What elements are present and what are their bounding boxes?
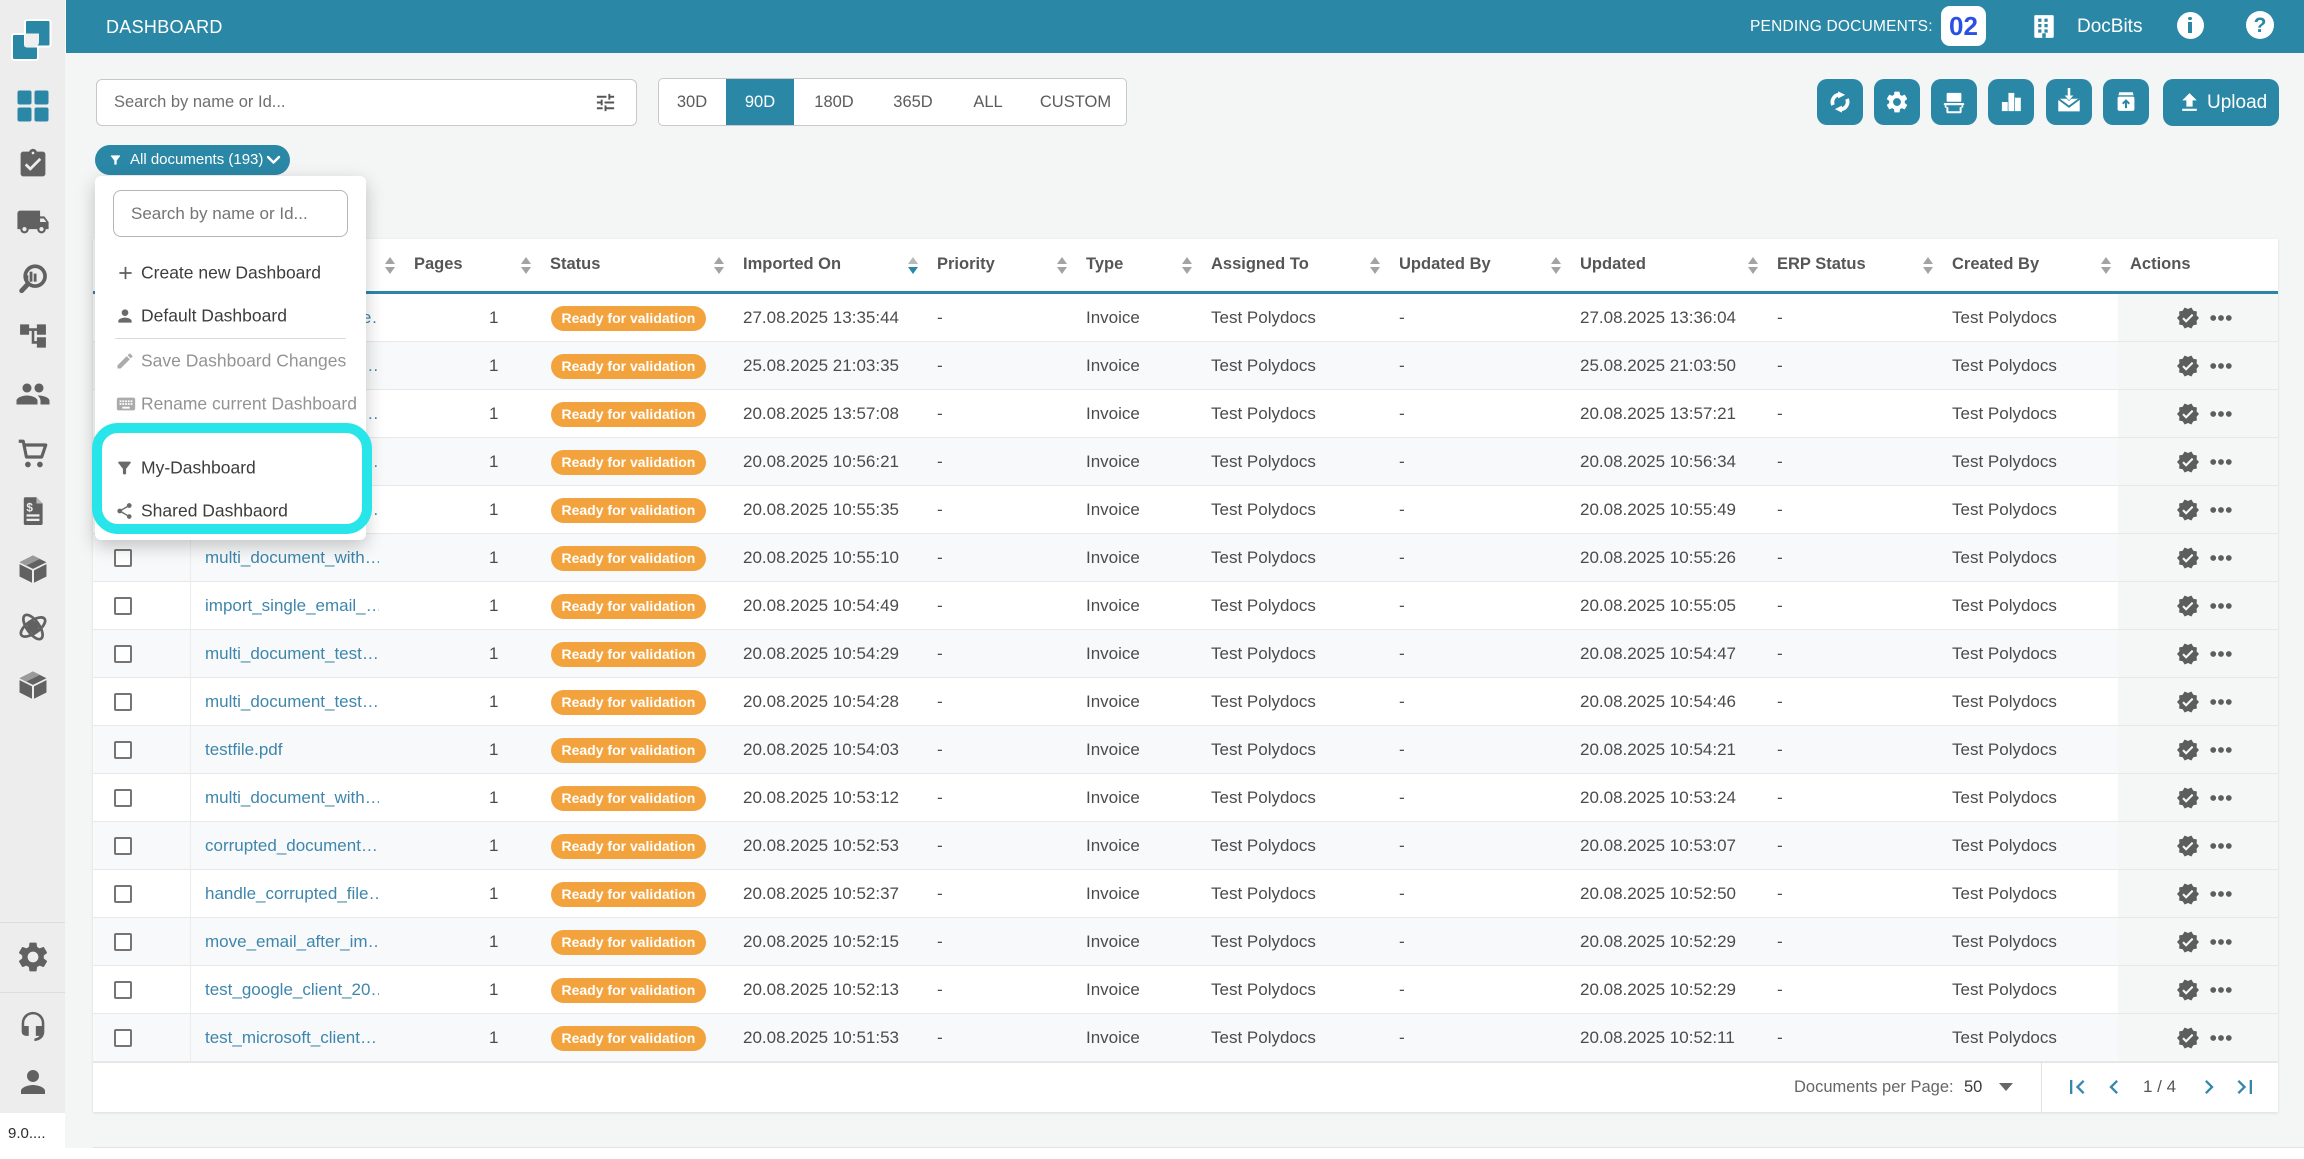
svg-text:$: $ [26, 501, 33, 514]
